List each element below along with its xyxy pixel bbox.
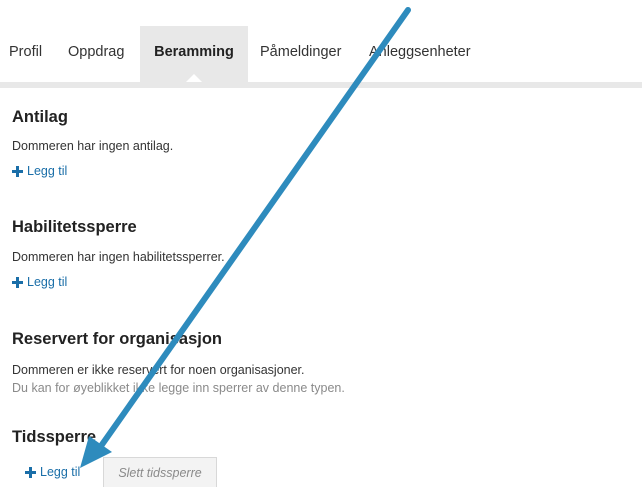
- habilitet-add-label: Legg til: [27, 275, 68, 289]
- habilitet-title: Habilitetssperre: [12, 218, 137, 236]
- tab-bar: Profil Oppdrag Beramming Påmeldinger Anl…: [0, 26, 642, 83]
- tab-anleggsenheter[interactable]: Anleggsenheter: [369, 26, 471, 82]
- tab-underline: [0, 82, 642, 88]
- antilag-title: Antilag: [12, 108, 68, 126]
- tidssperre-add-button[interactable]: Legg til: [13, 457, 92, 487]
- reservert-note: Du kan for øyeblikket ikke legge inn spe…: [12, 381, 345, 395]
- tab-beramming-label: Beramming: [154, 44, 234, 60]
- plus-icon: [25, 466, 36, 478]
- tab-profil[interactable]: Profil: [9, 26, 42, 82]
- delete-tidssperre-button: Slett tidssperre: [103, 457, 217, 487]
- habilitet-text: Dommeren har ingen habilitetssperrer.: [12, 250, 225, 264]
- habilitet-add-link[interactable]: Legg til: [12, 275, 67, 289]
- reservert-title: Reservert for organisasjon: [12, 330, 222, 348]
- tab-pameldinger[interactable]: Påmeldinger: [260, 26, 341, 82]
- tab-beramming[interactable]: Beramming: [140, 26, 248, 83]
- plus-icon: [12, 276, 23, 288]
- tidssperre-title: Tidssperre: [12, 428, 97, 446]
- tab-oppdrag[interactable]: Oppdrag: [68, 26, 124, 82]
- reservert-text: Dommeren er ikke reservert for noen orga…: [12, 363, 305, 377]
- antilag-add-link[interactable]: Legg til: [12, 164, 67, 178]
- antilag-text: Dommeren har ingen antilag.: [12, 139, 174, 153]
- tidssperre-add-label: Legg til: [40, 465, 81, 479]
- plus-icon: [12, 165, 23, 177]
- antilag-add-label: Legg til: [27, 164, 68, 178]
